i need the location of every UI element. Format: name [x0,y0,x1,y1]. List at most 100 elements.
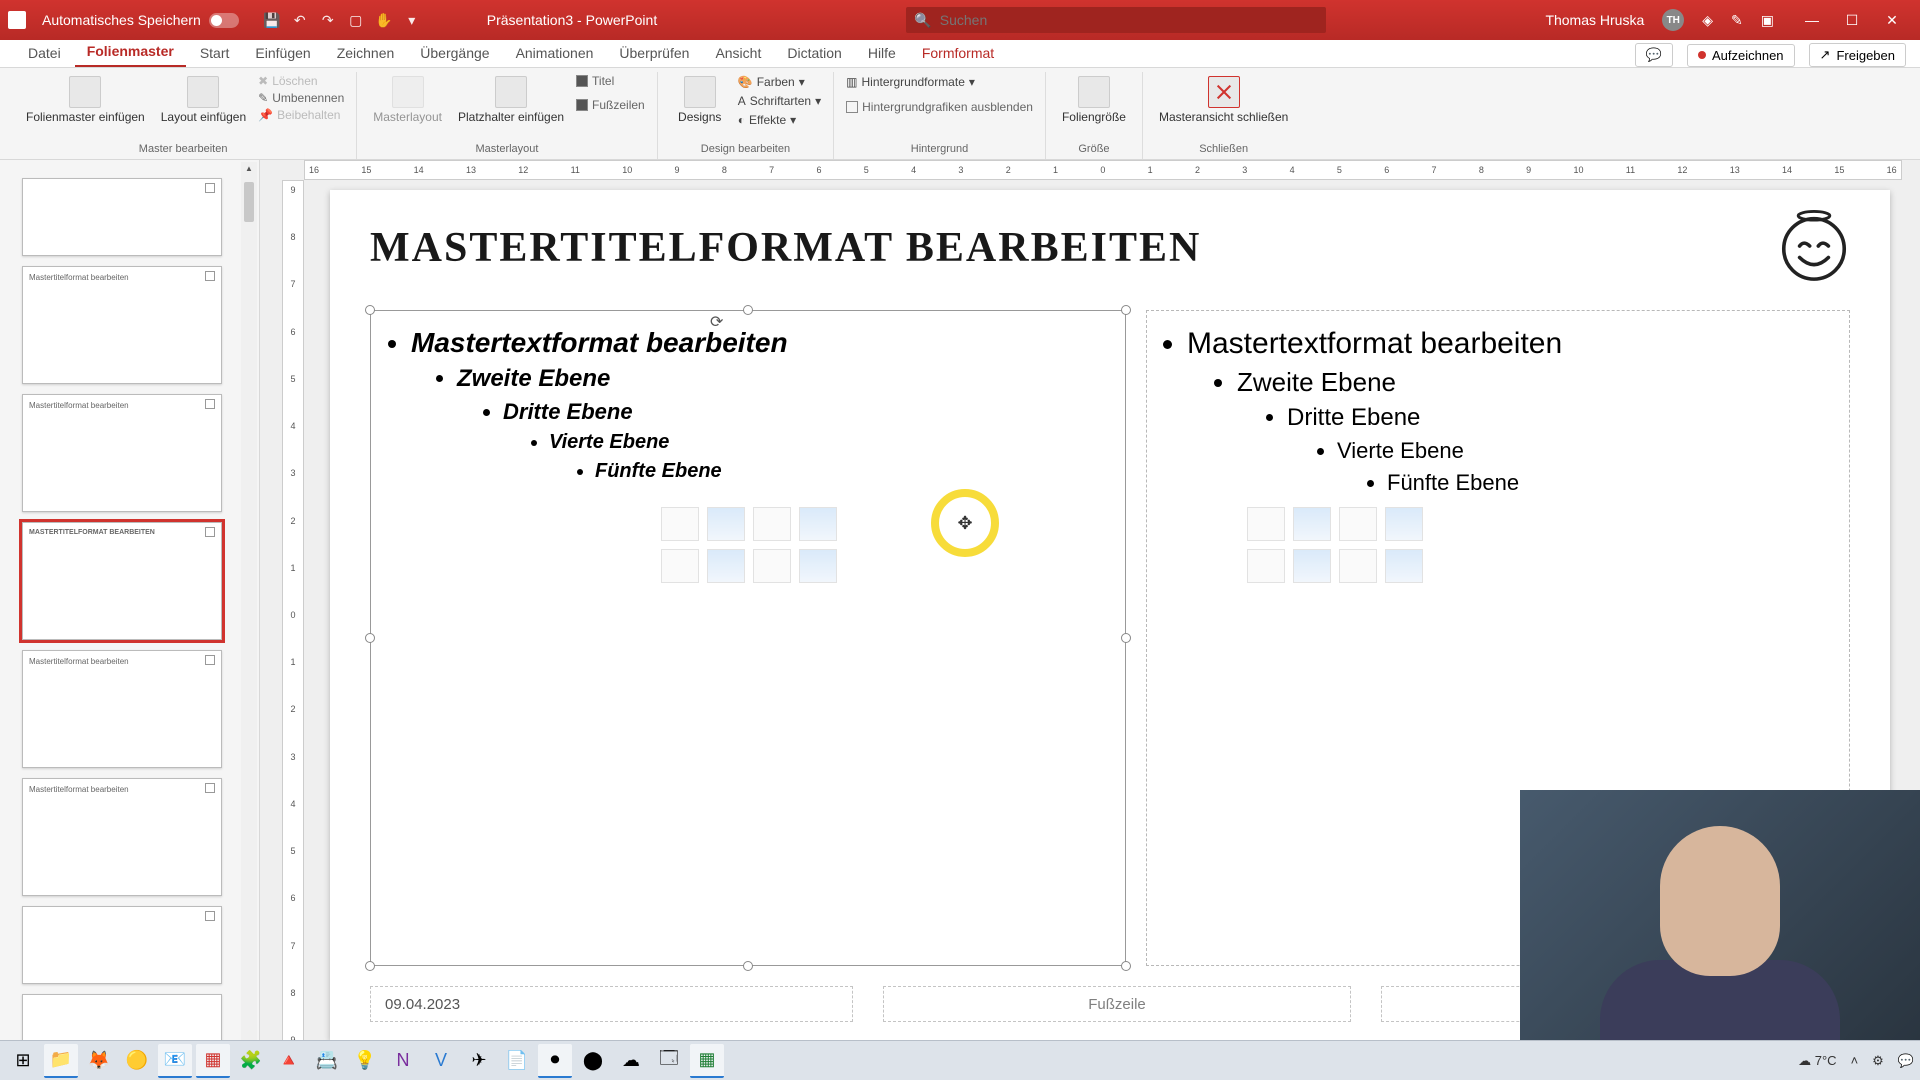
insert-chart-icon[interactable] [707,507,745,541]
text-level-5[interactable]: Fünfte Ebene [1387,470,1829,496]
explorer-icon[interactable]: 📁 [44,1044,78,1078]
tray-icon[interactable]: 💬 [1898,1053,1914,1069]
app-icon[interactable]: 📇 [310,1044,344,1078]
resize-handle[interactable] [365,633,375,643]
weather-widget[interactable]: ☁ 7°C [1798,1053,1836,1069]
insert-video-icon[interactable] [1339,549,1377,583]
layout-thumb[interactable]: Mastertitelformat bearbeiten [22,266,222,384]
insert-picture-icon[interactable] [661,549,699,583]
title-checkbox[interactable]: Titel [576,74,645,88]
start-button[interactable]: ⊞ [6,1044,40,1078]
app-icon[interactable]: V [424,1044,458,1078]
resize-handle[interactable] [1121,305,1131,315]
insert-video-icon[interactable] [753,549,791,583]
content-placeholder-left[interactable]: Mastertextformat bearbeiten Zweite Ebene… [370,310,1126,966]
text-level-4[interactable]: Vierte Ebene [549,431,1105,454]
from-beginning-icon[interactable]: ▢ [347,11,365,29]
obs-icon[interactable]: ⏺ [538,1044,572,1078]
resize-handle[interactable] [1121,633,1131,643]
tray-icon[interactable]: ⚙ [1872,1053,1884,1069]
resize-handle[interactable] [365,961,375,971]
vlc-icon[interactable]: 🔺 [272,1044,306,1078]
app-icon[interactable]: 🧩 [234,1044,268,1078]
background-styles-dropdown[interactable]: ▥Hintergrundformate▾ [846,74,1033,90]
layout-thumb[interactable]: Mastertitelformat bearbeiten [22,650,222,768]
insert-placeholder-button[interactable]: Platzhalter einfügen [454,74,568,126]
app-icon[interactable]: 🗔 [652,1044,686,1078]
insert-layout-button[interactable]: Layout einfügen [157,74,250,126]
record-button[interactable]: Aufzeichnen [1687,44,1795,67]
insert-smartart-icon[interactable] [753,507,791,541]
diamond-icon[interactable]: ◈ [1702,12,1713,29]
insert-picture-icon[interactable] [1247,549,1285,583]
tab-ueberpruefen[interactable]: Überprüfen [607,40,701,67]
insert-online-picture-icon[interactable] [707,549,745,583]
text-level-2[interactable]: Zweite Ebene [457,365,1105,393]
smiley-icon[interactable] [1778,210,1850,282]
scroll-thumb[interactable] [244,182,254,222]
slide-size-button[interactable]: Foliengröße [1058,74,1130,126]
window-icon[interactable]: ▣ [1761,12,1774,29]
footers-checkbox[interactable]: Fußzeilen [576,98,645,112]
layout-thumb-selected[interactable]: MASTERTITELFORMAT BEARBEITEN [22,522,222,640]
insert-table-icon[interactable] [1247,507,1285,541]
tab-ansicht[interactable]: Ansicht [703,40,773,67]
layout-thumb[interactable] [22,906,222,984]
comments-button[interactable]: 💬 [1635,43,1673,67]
search-box[interactable]: 🔍 [906,7,1326,33]
text-level-3[interactable]: Dritte Ebene [503,399,1105,425]
maximize-button[interactable]: ☐ [1832,5,1872,35]
master-title-placeholder[interactable]: MASTERTITELFORMAT BEARBEITEN [370,224,1850,272]
app-icon[interactable]: 💡 [348,1044,382,1078]
powerpoint-icon[interactable]: ▦ [196,1044,230,1078]
effects-dropdown[interactable]: ◐Effekte▾ [738,112,821,128]
share-button[interactable]: ↗Freigeben [1809,43,1906,67]
resize-handle[interactable] [365,305,375,315]
outlook-icon[interactable]: 📧 [158,1044,192,1078]
resize-handle[interactable] [743,961,753,971]
tab-uebergaenge[interactable]: Übergänge [408,40,501,67]
resize-handle[interactable] [1121,961,1131,971]
tray-chevron-icon[interactable]: ˄ [1851,1053,1859,1068]
tab-animationen[interactable]: Animationen [504,40,606,67]
tab-start[interactable]: Start [188,40,242,67]
insert-icon-icon[interactable] [1385,549,1423,583]
tab-hilfe[interactable]: Hilfe [856,40,908,67]
insert-smartart-icon[interactable] [1339,507,1377,541]
text-level-5[interactable]: Fünfte Ebene [595,460,1105,483]
insert-icon-icon[interactable] [799,549,837,583]
insert-3d-icon[interactable] [799,507,837,541]
colors-dropdown[interactable]: 🎨Farben▾ [738,74,821,90]
insert-online-picture-icon[interactable] [1293,549,1331,583]
text-level-1[interactable]: Mastertextformat bearbeiten [411,327,1105,359]
qat-dropdown-icon[interactable]: ▾ [403,11,421,29]
tab-formformat[interactable]: Formformat [910,40,1006,67]
layout-thumb[interactable] [22,178,222,256]
designs-button[interactable]: Designs [670,74,730,126]
text-level-2[interactable]: Zweite Ebene [1237,367,1829,398]
excel-icon[interactable]: ▦ [690,1044,724,1078]
insert-chart-icon[interactable] [1293,507,1331,541]
layout-thumb[interactable]: Mastertitelformat bearbeiten [22,778,222,896]
search-input[interactable] [940,12,1319,28]
user-name[interactable]: Thomas Hruska [1545,12,1644,28]
app-icon[interactable]: 📄 [500,1044,534,1078]
tab-folienmaster[interactable]: Folienmaster [75,38,186,67]
touch-icon[interactable]: ✋ [375,11,393,29]
scroll-up-icon[interactable]: ▲ [244,164,254,174]
resize-handle[interactable] [743,305,753,315]
insert-3d-icon[interactable] [1385,507,1423,541]
user-avatar[interactable]: TH [1662,9,1684,31]
close-button[interactable]: ✕ [1872,5,1912,35]
save-icon[interactable]: 💾 [263,11,281,29]
undo-icon[interactable]: ↶ [291,11,309,29]
footer-placeholder[interactable]: Fußzeile [883,986,1352,1022]
text-level-1[interactable]: Mastertextformat bearbeiten [1187,327,1829,361]
close-master-view-button[interactable]: Masteransicht schließen [1155,74,1292,126]
redo-icon[interactable]: ↷ [319,11,337,29]
rename-layout-button[interactable]: ✎Umbenennen [258,91,344,105]
insert-table-icon[interactable] [661,507,699,541]
telegram-icon[interactable]: ✈ [462,1044,496,1078]
app-icon[interactable]: ☁ [614,1044,648,1078]
app-icon[interactable]: ⬤ [576,1044,610,1078]
